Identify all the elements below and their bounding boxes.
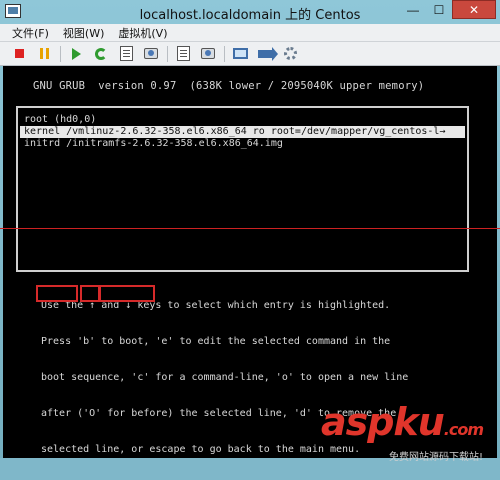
grub-header: GNU GRUB version 0.97 (638K lower / 2095… xyxy=(33,80,425,92)
reset-icon xyxy=(95,47,107,60)
settings-button[interactable] xyxy=(281,45,299,63)
grub-entry-root[interactable]: root (hd0,0) xyxy=(24,114,96,126)
toolbar-separator xyxy=(60,45,61,62)
play-button[interactable] xyxy=(67,45,85,63)
grub-entry-box: root (hd0,0) kernel /vmlinuz-2.6.32-358.… xyxy=(16,106,469,272)
pause-icon xyxy=(39,48,49,59)
window-controls: — ☐ ✕ xyxy=(400,0,496,20)
close-button[interactable]: ✕ xyxy=(452,0,496,19)
play-icon xyxy=(71,47,81,60)
toolbar-separator xyxy=(224,45,225,62)
document-button[interactable] xyxy=(117,45,135,63)
console-button[interactable] xyxy=(231,45,249,63)
console-icon xyxy=(232,48,248,59)
toolbar-separator xyxy=(167,45,168,62)
grub-entry-kernel-selected[interactable]: kernel /vmlinuz-2.6.32-358.el6.x86_64 ro… xyxy=(20,126,465,138)
maximize-button[interactable]: ☐ xyxy=(426,0,452,19)
revert-icon xyxy=(201,48,215,59)
document-icon xyxy=(119,46,133,61)
toolbar xyxy=(0,42,500,66)
snapshot-icon xyxy=(144,48,158,59)
snapshot-button[interactable] xyxy=(142,45,160,63)
stop-button[interactable] xyxy=(10,45,28,63)
snapshot-manager-button[interactable] xyxy=(174,45,192,63)
settings-icon xyxy=(283,47,297,60)
menu-file[interactable]: 文件(F) xyxy=(12,25,49,41)
send-button[interactable] xyxy=(256,45,278,63)
divider-line xyxy=(0,228,500,229)
revert-button[interactable] xyxy=(199,45,217,63)
title-bar[interactable]: localhost.localdomain 上的 Centos — ☐ ✕ xyxy=(0,0,500,24)
watermark: aspku.com 免费网站源码下载站! xyxy=(320,400,484,463)
snapshot-manager-icon xyxy=(176,46,190,61)
highlight-press-box xyxy=(36,285,78,302)
grub-entry-initrd[interactable]: initrd /initramfs-2.6.32-358.el6.x86_64.… xyxy=(24,138,283,150)
pause-button[interactable] xyxy=(35,45,53,63)
menu-vm[interactable]: 虚拟机(V) xyxy=(118,25,167,41)
highlight-to-boot-box xyxy=(99,285,155,302)
vm-console-window: localhost.localdomain 上的 Centos — ☐ ✕ 文件… xyxy=(0,0,500,463)
watermark-subtitle: 免费网站源码下载站! xyxy=(388,452,483,463)
vm-screen[interactable]: GNU GRUB version 0.97 (638K lower / 2095… xyxy=(0,66,500,463)
highlight-b-key-box xyxy=(80,285,100,302)
send-icon xyxy=(258,46,278,61)
watermark-logo: aspku.com xyxy=(320,400,484,444)
reset-button[interactable] xyxy=(92,45,110,63)
minimize-button[interactable]: — xyxy=(400,0,426,19)
menu-view[interactable]: 视图(W) xyxy=(63,25,104,41)
help-line: boot sequence, 'c' for a command-line, '… xyxy=(41,372,409,383)
stop-icon xyxy=(14,49,24,58)
help-line: Press 'b' to boot, 'e' to edit the selec… xyxy=(41,336,391,347)
menu-bar: 文件(F) 视图(W) 虚拟机(V) xyxy=(0,24,500,42)
